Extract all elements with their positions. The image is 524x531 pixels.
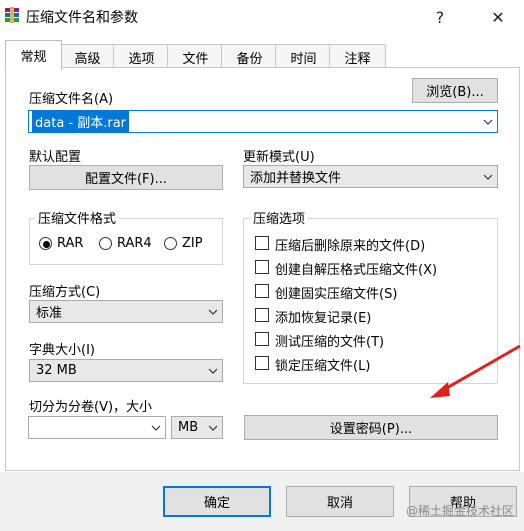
chevron-down-icon[interactable] [147, 417, 165, 438]
chevron-down-icon[interactable] [479, 166, 497, 187]
update-mode-select[interactable]: 添加并替换文件 [243, 165, 498, 188]
update-mode-label: 更新模式(U) [243, 150, 315, 165]
checkbox-solid[interactable] [255, 284, 269, 298]
checkbox-delete-after-label[interactable]: 压缩后删除原来的文件(D) [275, 235, 425, 254]
chevron-down-icon[interactable] [204, 417, 222, 438]
cancel-button[interactable]: 取消 [286, 486, 394, 517]
radio-zip[interactable] [164, 237, 177, 250]
dictionary-size-select[interactable]: 32 MB [29, 359, 223, 382]
radio-zip-label[interactable]: ZIP [182, 236, 203, 251]
chevron-down-icon[interactable] [204, 301, 222, 322]
radio-rar4-label[interactable]: RAR4 [117, 236, 152, 251]
archive-name-label: 压缩文件名(A) [29, 92, 114, 107]
dictionary-size-label: 字典大小(I) [29, 343, 95, 358]
chevron-down-icon[interactable] [479, 111, 497, 132]
chevron-down-icon[interactable] [204, 360, 222, 381]
tab-time[interactable]: 时间 [275, 44, 332, 69]
compression-method-label: 压缩方式(C) [29, 285, 101, 300]
checkbox-solid-label[interactable]: 创建固实压缩文件(S) [275, 283, 397, 302]
archive-format-label: 压缩文件格式 [35, 208, 120, 227]
checkbox-lock-label[interactable]: 锁定压缩文件(L) [275, 355, 370, 374]
window-title: 压缩文件名和参数 [26, 10, 138, 26]
browse-button[interactable]: 浏览(B)... [412, 78, 498, 103]
split-volumes-unit: MB [178, 420, 199, 435]
checkbox-sfx[interactable] [255, 260, 269, 274]
winrar-icon [4, 7, 20, 23]
help-icon[interactable]: ? [420, 0, 460, 34]
compression-method-value: 标准 [36, 306, 63, 321]
split-volumes-label: 切分为分卷(V)，大小 [29, 400, 153, 415]
set-password-button[interactable]: 设置密码(P)... [244, 415, 498, 440]
archive-name-input[interactable]: data - 副本.rar [32, 111, 130, 132]
tab-advanced[interactable]: 高级 [59, 44, 116, 69]
archive-name-combo[interactable]: data - 副本.rar [28, 110, 498, 133]
tab-general[interactable]: 常规 [5, 40, 62, 70]
radio-rar-label[interactable]: RAR [57, 236, 83, 251]
watermark: @稀土掘金技术社区 [405, 504, 514, 518]
close-icon[interactable]: ✕ [478, 0, 518, 34]
checkbox-sfx-label[interactable]: 创建自解压格式压缩文件(X) [275, 259, 437, 278]
tab-options[interactable]: 选项 [113, 44, 170, 69]
archive-options-label: 压缩选项 [250, 208, 309, 227]
annotation-arrow-icon [430, 344, 521, 398]
tab-backup[interactable]: 备份 [221, 44, 278, 69]
compression-method-select[interactable]: 标准 [29, 300, 223, 323]
checkbox-recovery-label[interactable]: 添加恢复记录(E) [275, 307, 371, 326]
default-profile-label: 默认配置 [29, 150, 82, 165]
checkbox-delete-after[interactable] [255, 236, 269, 250]
radio-rar4[interactable] [99, 237, 112, 250]
checkbox-recovery[interactable] [255, 308, 269, 322]
dictionary-size-value: 32 MB [36, 363, 77, 378]
radio-rar[interactable] [39, 237, 52, 250]
split-volumes-size-input[interactable] [28, 416, 166, 439]
checkbox-lock[interactable] [255, 356, 269, 370]
title-bar: 压缩文件名和参数 ? ✕ [0, 0, 524, 34]
split-volumes-unit-select[interactable]: MB [171, 416, 223, 439]
tab-comment[interactable]: 注释 [329, 44, 386, 69]
update-mode-value: 添加并替换文件 [250, 171, 342, 186]
tab-files[interactable]: 文件 [167, 44, 224, 69]
checkbox-test-label[interactable]: 测试压缩的文件(T) [275, 331, 384, 350]
profiles-button[interactable]: 配置文件(F)... [29, 165, 223, 190]
checkbox-test[interactable] [255, 332, 269, 346]
ok-button[interactable]: 确定 [163, 486, 271, 517]
